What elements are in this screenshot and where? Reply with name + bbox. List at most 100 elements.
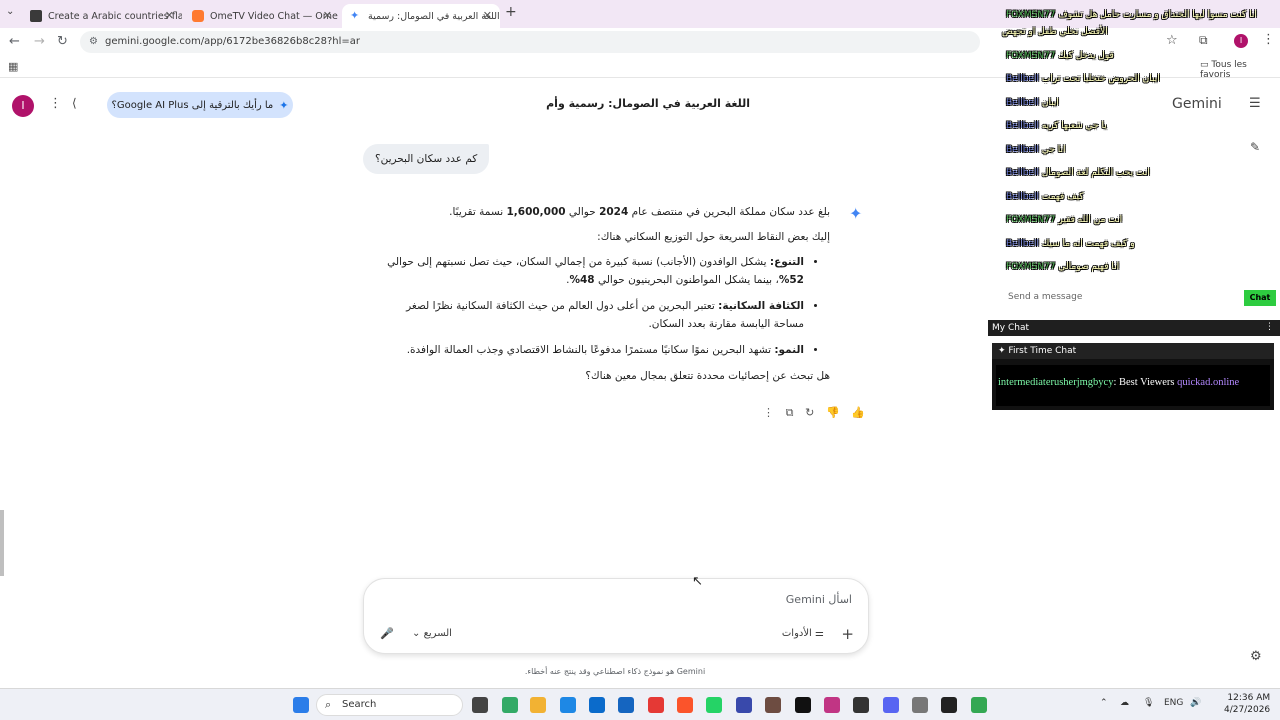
- all-bookmarks-link[interactable]: ▭ Tous les favoris: [1200, 60, 1280, 80]
- chat-text: قول يدخل كيك: [1058, 51, 1114, 61]
- thumbs-up-icon[interactable]: 👍: [851, 406, 865, 422]
- browser-tab-ometv[interactable]: OmeTV Video Chat — Ome ✕: [184, 4, 340, 28]
- clock-date: 4/27/2026: [1224, 705, 1271, 715]
- taskbar-search[interactable]: ⌕ Search: [316, 694, 463, 716]
- reload-icon[interactable]: ↻: [57, 34, 68, 49]
- intro-text: نسمة تقريبًا.: [449, 206, 507, 218]
- add-attachment-plus-icon[interactable]: +: [841, 625, 854, 643]
- overlay-chat-button[interactable]: Chat: [1244, 290, 1276, 306]
- model-selector[interactable]: السريع ⌄: [412, 628, 452, 639]
- settings-gear-icon[interactable]: ⚙: [1250, 649, 1262, 664]
- app-icon[interactable]: [765, 697, 781, 713]
- user-avatar[interactable]: I: [12, 95, 34, 117]
- overlay-send-input[interactable]: Send a message: [1008, 292, 1082, 302]
- app-icon[interactable]: [912, 697, 928, 713]
- store-icon[interactable]: [618, 697, 634, 713]
- chat-username: FOXMSN77: [1006, 262, 1056, 272]
- bullet-title: الكثافة السكانية:: [718, 300, 804, 312]
- bookmark-star-icon[interactable]: ☆: [1166, 33, 1178, 48]
- profile-avatar[interactable]: I: [1234, 34, 1248, 48]
- chat-text: ايبان: [1041, 98, 1059, 108]
- app-icon[interactable]: [502, 697, 518, 713]
- conversation-menu-icon[interactable]: ⋮: [49, 96, 62, 111]
- bullet-text: يشكل الوافدون (الأجانب) نسبة كبيرة من إج…: [387, 256, 770, 268]
- task-view-icon[interactable]: [472, 697, 488, 713]
- response-bullet-list: التنوع: يشكل الوافدون (الأجانب) نسبة كبي…: [375, 253, 830, 359]
- site-info-icon[interactable]: ⚙: [89, 36, 98, 47]
- extensions-puzzle-icon[interactable]: ⧉: [1199, 33, 1208, 48]
- browser-tab-flags[interactable]: Create a Arabic countries flags ✕: [22, 4, 182, 28]
- chat-text: انا فهيم صومالي: [1058, 262, 1120, 272]
- chat-text: و كيف فهمت انه ما سيك: [1041, 239, 1135, 249]
- tools-button[interactable]: ⚌ الأدوات: [782, 628, 824, 639]
- prompt-placeholder[interactable]: اسأل Gemini: [786, 593, 852, 606]
- overlay-chat-message: Bellbell انت يحب التكلم لغة الصومال: [1002, 168, 1150, 178]
- upgrade-button[interactable]: ✦ ما رأيك بالترقية إلى Google AI Plus؟: [107, 92, 293, 118]
- back-arrow-icon[interactable]: ←: [9, 34, 20, 49]
- network-volume-icon[interactable]: 🔊: [1190, 698, 1201, 708]
- new-tab-plus-icon[interactable]: +: [505, 4, 517, 20]
- browser-tab-gemini[interactable]: ✦ اللغة العربية في الصومال: رسمية ✕: [342, 4, 500, 28]
- discord-icon[interactable]: [883, 697, 899, 713]
- first-time-chat-panel: ✦ First Time Chat intermediaterusherjmgb…: [992, 343, 1274, 410]
- chrome-icon[interactable]: [648, 697, 664, 713]
- regenerate-icon[interactable]: ↻: [805, 406, 814, 422]
- main-menu-icon[interactable]: ☰: [1249, 96, 1261, 111]
- bullet-title: التنوع:: [769, 256, 804, 268]
- upgrade-label: ما رأيك بالترقية إلى Google AI Plus؟: [111, 99, 274, 111]
- disclaimer-text: Gemini هو نموذج ذكاء اصطناعي وقد ينتج عن…: [524, 667, 706, 676]
- instagram-icon[interactable]: [824, 697, 840, 713]
- overlay-chat-message: Bellbell ايبان: [1002, 98, 1059, 108]
- overlay-chat-message: Bellbell كيف فهمت: [1002, 192, 1084, 202]
- tab-search-chevron-icon[interactable]: ⌄: [6, 6, 14, 17]
- thumbs-down-icon[interactable]: 👎: [826, 406, 840, 422]
- tab-title: اللغة العربية في الصومال: رسمية: [368, 10, 500, 22]
- copy-icon[interactable]: ⧉: [786, 406, 794, 422]
- overlay-chat-message: Bellbell انا جي: [1002, 145, 1066, 155]
- microphone-icon[interactable]: 🎤: [380, 627, 394, 640]
- language-indicator[interactable]: ENG: [1164, 698, 1183, 708]
- overlay-chat-message: Bellbell ايبان الحروض ختخليا تحت تراب: [1002, 74, 1160, 84]
- chat-text: كيف فهمت: [1041, 192, 1084, 202]
- chat-text: يا جي شعبها كريه: [1041, 121, 1107, 131]
- tiktok-icon[interactable]: [795, 697, 811, 713]
- windows-start-icon[interactable]: [293, 697, 309, 713]
- app-icon[interactable]: [941, 697, 957, 713]
- bullet-text: ، بينما يشكل المواطنون البحرينيون حوالي: [594, 274, 779, 286]
- tab-favicon-icon: [30, 10, 42, 22]
- edge-browser-icon[interactable]: [560, 697, 576, 713]
- close-tab-icon[interactable]: ✕: [323, 9, 332, 22]
- overlay-chat-message: FOXMSN77 انا فهيم صومالي: [1002, 262, 1119, 272]
- address-bar[interactable]: ⚙ gemini.google.com/app/6172be36826b8c28…: [80, 31, 980, 53]
- browser-menu-icon[interactable]: ⋮: [1262, 32, 1275, 47]
- overlay-chat-message: FOXMSN77 انا كنت مسوا ليها الخنداق و مسا…: [1002, 10, 1257, 20]
- taskbar-clock[interactable]: 12:36 AM 4/27/2026: [1224, 692, 1270, 716]
- app-icon[interactable]: [736, 697, 752, 713]
- new-chat-icon[interactable]: ✎: [1250, 140, 1260, 154]
- tray-chevron-up-icon[interactable]: ⌃: [1100, 698, 1108, 708]
- bullet-number: 52%: [778, 274, 804, 286]
- conversation-title: اللغة العربية في الصومال: رسمية وأم: [546, 97, 750, 110]
- app-icon[interactable]: [589, 697, 605, 713]
- mouse-cursor-icon: ↖: [692, 574, 703, 589]
- chat-link: quickad.online: [1177, 377, 1240, 388]
- microphone-tray-icon[interactable]: 🎙: [1143, 698, 1154, 708]
- apps-grid-icon[interactable]: ▦: [8, 60, 18, 73]
- forward-arrow-icon[interactable]: →: [34, 34, 45, 49]
- cloud-icon[interactable]: ☁: [1120, 698, 1129, 708]
- brave-icon[interactable]: [677, 697, 693, 713]
- whatsapp-icon[interactable]: [706, 697, 722, 713]
- close-tab-icon[interactable]: ✕: [165, 9, 174, 22]
- close-tab-icon[interactable]: ✕: [483, 9, 492, 22]
- more-options-icon[interactable]: ⋮: [763, 406, 774, 422]
- my-chat-title: My Chat: [992, 323, 1029, 333]
- obs-icon[interactable]: [853, 697, 869, 713]
- file-explorer-icon[interactable]: [530, 697, 546, 713]
- google-drive-icon[interactable]: [971, 697, 987, 713]
- prompt-input-box[interactable]: اسأل Gemini + ⚌ الأدوات السريع ⌄ 🎤: [363, 578, 869, 654]
- chat-username: Bellbell: [1006, 121, 1039, 131]
- scrollbar-thumb[interactable]: [0, 510, 4, 576]
- panel-menu-icon[interactable]: ⋮: [1265, 322, 1274, 332]
- first-time-chat-title: First Time Chat: [1008, 346, 1077, 356]
- share-icon[interactable]: ⟨: [72, 96, 77, 110]
